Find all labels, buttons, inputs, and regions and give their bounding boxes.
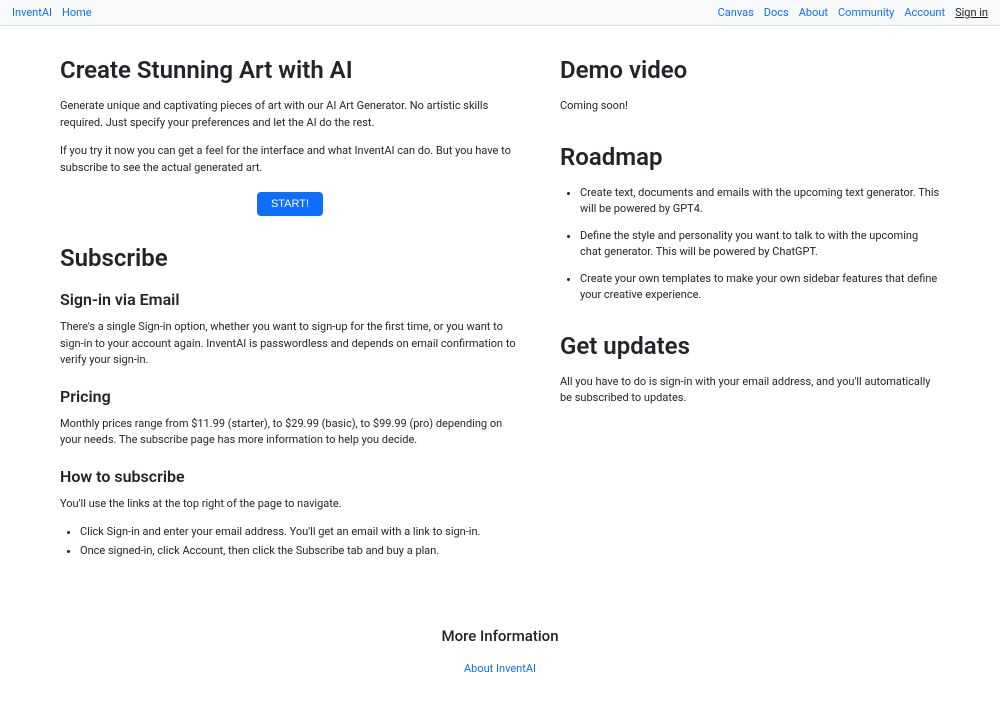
home-link[interactable]: Home xyxy=(62,6,92,19)
community-link[interactable]: Community xyxy=(838,6,894,19)
footer: More Information About InventAI xyxy=(0,593,1000,705)
about-link[interactable]: About xyxy=(799,6,828,19)
nav-left: InventAI Home xyxy=(12,6,92,19)
signin-heading: Sign-in via Email xyxy=(60,290,520,309)
footer-heading: More Information xyxy=(0,627,1000,645)
navbar: InventAI Home Canvas Docs About Communit… xyxy=(0,0,1000,26)
about-inventai-link[interactable]: About InventAI xyxy=(464,662,536,675)
subscribe-title: Subscribe xyxy=(60,244,520,272)
roadmap-title: Roadmap xyxy=(560,143,940,171)
list-item: Click Sign-in and enter your email addre… xyxy=(80,524,520,541)
account-link[interactable]: Account xyxy=(904,6,945,19)
signin-text: There's a single Sign-in option, whether… xyxy=(60,319,520,369)
list-item: Create your own templates to make your o… xyxy=(580,271,940,304)
list-item: Once signed-in, click Account, then clic… xyxy=(80,543,520,560)
hero-title: Create Stunning Art with AI xyxy=(60,56,520,84)
signin-link[interactable]: Sign in xyxy=(955,6,988,19)
canvas-link[interactable]: Canvas xyxy=(718,6,754,19)
demo-title: Demo video xyxy=(560,56,940,84)
pricing-text: Monthly prices range from $11.99 (starte… xyxy=(60,416,520,449)
left-column: Create Stunning Art with AI Generate uni… xyxy=(60,56,520,573)
pricing-heading: Pricing xyxy=(60,387,520,406)
list-item: Define the style and personality you wan… xyxy=(580,228,940,261)
brand-link[interactable]: InventAI xyxy=(12,6,52,19)
demo-text: Coming soon! xyxy=(560,98,940,115)
start-button[interactable]: START! xyxy=(257,192,323,216)
nav-right: Canvas Docs About Community Account Sign… xyxy=(718,6,988,19)
start-button-wrap: START! xyxy=(60,188,520,224)
roadmap-list: Create text, documents and emails with t… xyxy=(560,185,940,304)
main-container: Create Stunning Art with AI Generate uni… xyxy=(20,26,980,593)
updates-text: All you have to do is sign-in with your … xyxy=(560,374,940,407)
how-intro: You'll use the links at the top right of… xyxy=(60,496,520,513)
hero-p1: Generate unique and captivating pieces o… xyxy=(60,98,520,131)
how-list: Click Sign-in and enter your email addre… xyxy=(60,524,520,559)
docs-link[interactable]: Docs xyxy=(764,6,789,19)
how-heading: How to subscribe xyxy=(60,467,520,486)
right-column: Demo video Coming soon! Roadmap Create t… xyxy=(560,56,940,573)
list-item: Create text, documents and emails with t… xyxy=(580,185,940,218)
updates-title: Get updates xyxy=(560,332,940,360)
hero-p2: If you try it now you can get a feel for… xyxy=(60,143,520,176)
